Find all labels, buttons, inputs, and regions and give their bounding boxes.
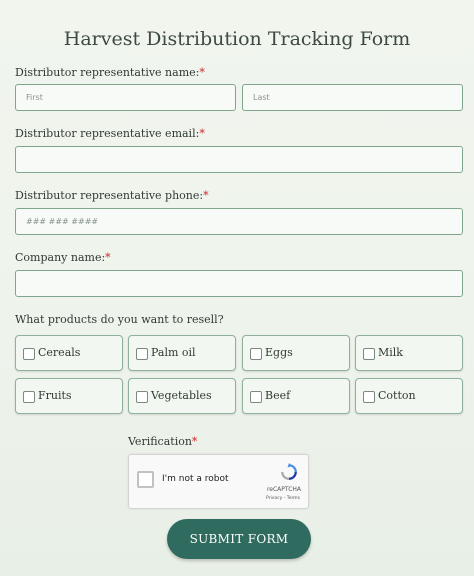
product-option-label: Fruits (38, 389, 72, 402)
checkbox[interactable] (136, 391, 148, 403)
product-option-label: Cotton (378, 389, 416, 402)
product-option-palm-oil[interactable]: Palm oil (128, 335, 236, 371)
last-name-field[interactable]: Last (242, 84, 463, 111)
required-mark: * (203, 189, 209, 202)
product-option-label: Palm oil (151, 346, 196, 359)
form-title: Harvest Distribution Tracking Form (63, 28, 411, 50)
required-mark: * (191, 435, 198, 448)
recaptcha-widget: I'm not a robot reCAPTCHA Privacy - Term… (128, 454, 309, 509)
products-label: What products do you want to resell? (15, 313, 224, 326)
required-mark: * (199, 66, 205, 79)
product-option-milk[interactable]: Milk (355, 335, 463, 371)
email-field[interactable] (15, 146, 463, 173)
checkbox[interactable] (23, 348, 35, 360)
product-option-label: Beef (265, 389, 291, 402)
checkbox[interactable] (363, 348, 375, 360)
required-mark: * (105, 251, 111, 264)
name-label-row: Distributor representative name:* (15, 66, 205, 79)
recaptcha-logo-icon (281, 463, 297, 480)
phone-label-row: Distributor representative phone:* (15, 189, 209, 202)
product-option-label: Vegetables (151, 389, 212, 402)
name-label: Distributor representative name: (15, 66, 200, 79)
recaptcha-links[interactable]: Privacy - Terms (266, 496, 300, 501)
email-label-row: Distributor representative email:* (15, 127, 205, 140)
product-option-beef[interactable]: Beef (242, 378, 350, 414)
recaptcha-checkbox[interactable] (137, 471, 154, 488)
recaptcha-brand: reCAPTCHA (266, 486, 301, 493)
first-name-field[interactable]: First (15, 84, 236, 111)
company-label: Company name: (15, 251, 106, 264)
phone-label: Distributor representative phone: (15, 189, 204, 202)
checkbox[interactable] (250, 391, 262, 403)
product-option-label: Milk (378, 346, 403, 359)
verification-label-row: Verification* (128, 435, 197, 448)
verification-label: Verification (128, 435, 192, 448)
product-option-cereals[interactable]: Cereals (15, 335, 123, 371)
phone-field[interactable]: ### ### #### (15, 208, 463, 235)
checkbox[interactable] (250, 348, 262, 360)
checkbox[interactable] (23, 391, 35, 403)
recaptcha-label: I'm not a robot (162, 474, 229, 484)
product-option-label: Cereals (38, 346, 81, 359)
company-field[interactable] (15, 270, 463, 297)
product-option-fruits[interactable]: Fruits (15, 378, 123, 414)
checkbox[interactable] (363, 391, 375, 403)
email-label: Distributor representative email: (15, 127, 200, 140)
product-option-label: Eggs (265, 346, 293, 359)
checkbox[interactable] (136, 348, 148, 360)
product-option-cotton[interactable]: Cotton (355, 378, 463, 414)
product-option-eggs[interactable]: Eggs (242, 335, 350, 371)
submit-button[interactable]: SUBMIT FORM (167, 519, 311, 559)
product-option-vegetables[interactable]: Vegetables (128, 378, 236, 414)
required-mark: * (199, 127, 205, 140)
company-label-row: Company name:* (15, 251, 111, 264)
